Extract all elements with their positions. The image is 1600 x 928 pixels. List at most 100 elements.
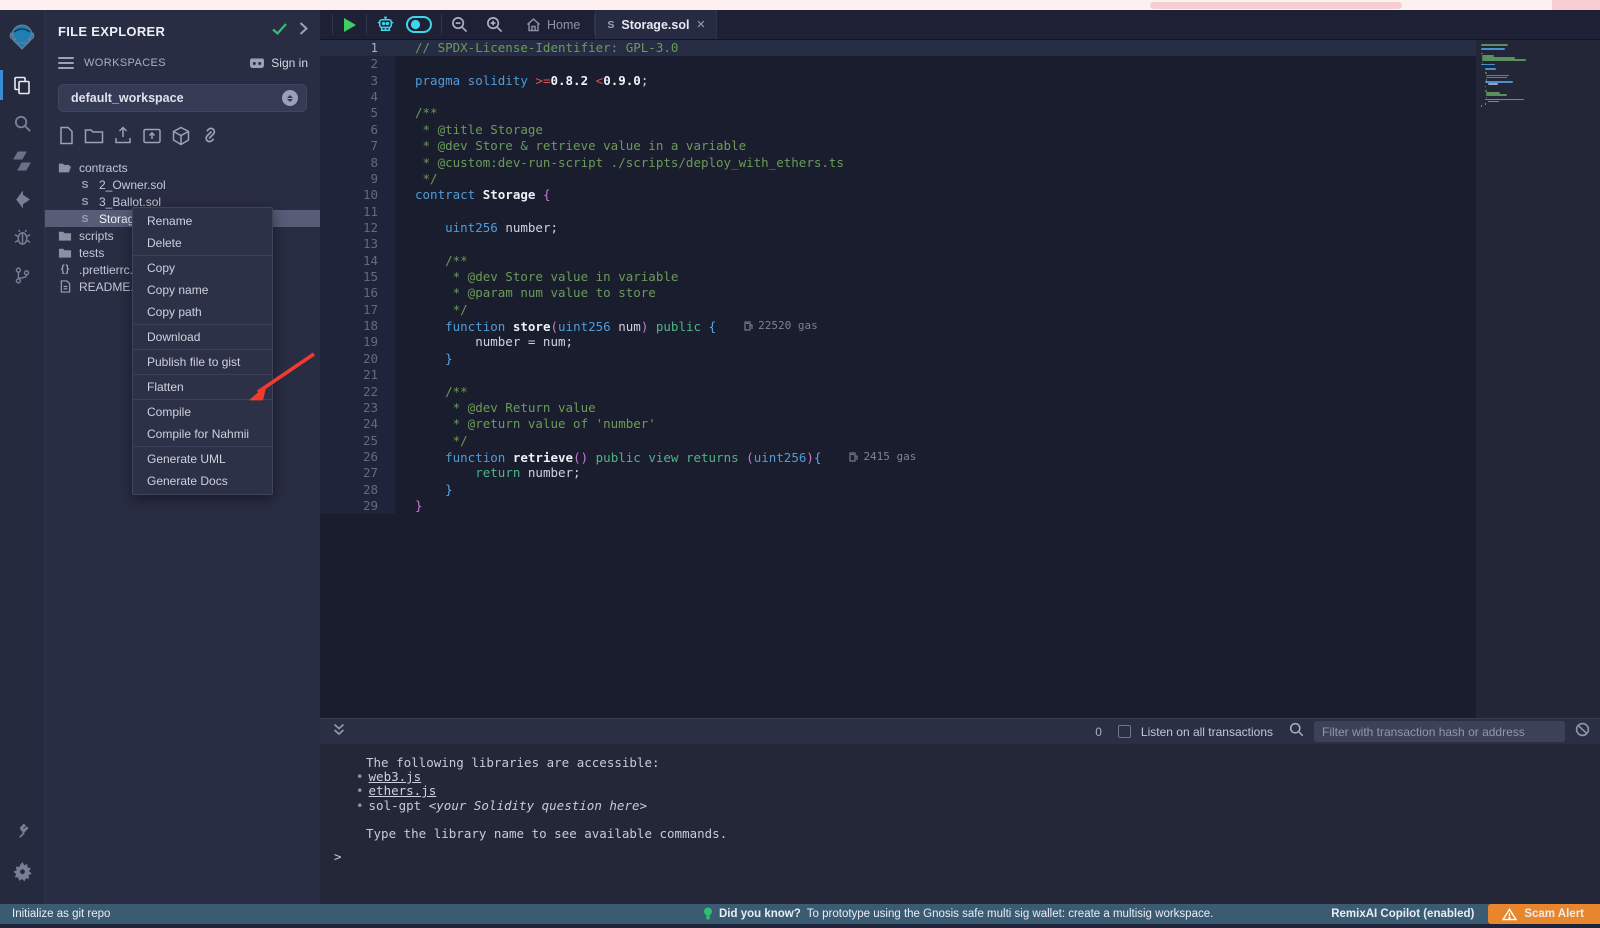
gas-estimate: 2415 gas — [849, 449, 916, 465]
line-number: 22 — [320, 384, 395, 400]
tree-item-2-owner-sol[interactable]: S2_Owner.sol — [45, 176, 320, 193]
new-folder-button[interactable] — [84, 126, 104, 151]
remix-logo[interactable] — [0, 18, 45, 56]
listen-checkbox[interactable] — [1118, 725, 1131, 738]
terminal-output[interactable]: The following libraries are accessible:•… — [320, 744, 1600, 904]
menu-item-copy[interactable]: Copy — [133, 257, 272, 279]
file-explorer-icon[interactable] — [0, 66, 45, 104]
zoom-in-icon[interactable] — [477, 10, 512, 39]
deploy-run-icon[interactable] — [0, 180, 45, 218]
menu-item-publish-file-to-gist[interactable]: Publish file to gist — [133, 351, 272, 373]
menu-separator — [133, 446, 272, 447]
code-line-16: 16 * @param num value to store — [320, 285, 1476, 301]
menu-item-flatten[interactable]: Flatten — [133, 376, 272, 398]
lightbulb-icon — [703, 907, 713, 921]
line-number: 24 — [320, 416, 395, 432]
code-line-2: 2 — [320, 56, 1476, 72]
menu-item-copy-name[interactable]: Copy name — [133, 279, 272, 301]
import-url-button[interactable] — [200, 126, 221, 151]
line-number: 18 — [320, 318, 395, 334]
run-script-button[interactable] — [333, 10, 366, 39]
code-line-11: 11 — [320, 204, 1476, 220]
line-number: 10 — [320, 187, 395, 203]
line-number: 27 — [320, 465, 395, 481]
terminal-search-icon[interactable] — [1289, 722, 1304, 742]
workspace-select[interactable]: default_workspace — [58, 84, 307, 112]
menu-item-download[interactable]: Download — [133, 326, 272, 348]
terminal-prompt[interactable]: > — [334, 850, 1600, 864]
terminal-text: The following libraries are accessible: — [334, 756, 1600, 770]
terminal-library-item: •sol-gpt <your Solidity question here> — [334, 799, 1600, 813]
terminal-text: Type the library name to see available c… — [334, 827, 1600, 841]
scam-alert-button[interactable]: Scam Alert — [1488, 904, 1600, 924]
tab-home[interactable]: Home — [512, 10, 594, 39]
workspace-caret-icon — [282, 90, 298, 106]
library-link[interactable]: ethers.js — [369, 783, 437, 798]
browser-chrome-strip — [0, 0, 1600, 10]
menu-item-compile-for-nahmii[interactable]: Compile for Nahmii — [133, 423, 272, 445]
new-file-button[interactable] — [58, 126, 75, 151]
code-editor[interactable]: 1// SPDX-License-Identifier: GPL-3.023pr… — [320, 40, 1476, 718]
code-line-3: 3pragma solidity >=0.8.2 <0.9.0; — [320, 73, 1476, 89]
library-link[interactable]: web3.js — [369, 769, 422, 784]
line-number: 28 — [320, 482, 395, 498]
code-line-7: 7 * @dev Store & retrieve value in a var… — [320, 138, 1476, 154]
menu-separator — [133, 349, 272, 350]
line-number: 13 — [320, 236, 395, 252]
editor-minimap[interactable] — [1476, 40, 1600, 718]
code-line-8: 8 * @custom:dev-run-script ./scripts/dep… — [320, 155, 1476, 171]
upload-file-button[interactable] — [113, 126, 133, 151]
transaction-filter-input[interactable] — [1314, 721, 1565, 742]
folder-icon — [58, 230, 72, 242]
tree-item-contracts[interactable]: contracts — [45, 159, 320, 176]
panel-title: FILE EXPLORER — [58, 24, 272, 39]
tab-storage-sol[interactable]: S Storage.sol × — [595, 10, 717, 39]
zoom-out-icon[interactable] — [442, 10, 477, 39]
workspace-name: default_workspace — [71, 91, 282, 105]
menu-item-delete[interactable]: Delete — [133, 232, 272, 254]
code-line-10: 10contract Storage { — [320, 187, 1476, 203]
tab-close-icon[interactable]: × — [696, 17, 705, 32]
settings-icon[interactable] — [0, 852, 45, 890]
code-line-24: 24 * @return value of 'number' — [320, 416, 1476, 432]
sign-in-button[interactable]: Sign in — [248, 56, 308, 70]
menu-item-copy-path[interactable]: Copy path — [133, 301, 272, 323]
line-number: 16 — [320, 285, 395, 301]
line-number: 20 — [320, 351, 395, 367]
copilot-toggle[interactable] — [404, 10, 441, 39]
debugger-icon[interactable] — [0, 218, 45, 256]
terminal-toolbar: 0 Listen on all transactions — [320, 718, 1600, 744]
code-line-4: 4 — [320, 89, 1476, 105]
workspaces-menu-icon[interactable] — [58, 54, 74, 72]
clear-console-icon[interactable] — [1575, 722, 1590, 742]
code-line-27: 27 return number; — [320, 465, 1476, 481]
git-icon[interactable] — [0, 256, 45, 294]
menu-item-generate-uml[interactable]: Generate UML — [133, 448, 272, 470]
line-number: 6 — [320, 122, 395, 138]
browser-corner — [1552, 0, 1600, 10]
expand-terminal-icon[interactable] — [333, 723, 345, 741]
chevron-right-icon[interactable] — [299, 22, 308, 40]
tip-text: To prototype using the Gnosis safe multi… — [807, 908, 1214, 920]
menu-item-generate-docs[interactable]: Generate Docs — [133, 470, 272, 492]
ai-copilot-robot-icon[interactable] — [367, 10, 404, 39]
context-menu: RenameDelete CopyCopy nameCopy path Downlo… — [132, 207, 273, 495]
upload-folder-button[interactable] — [142, 126, 162, 151]
terminal-library-item: •web3.js — [334, 770, 1600, 784]
bottom-strip — [0, 924, 1600, 928]
import-ipfs-button[interactable] — [171, 126, 191, 151]
code-line-6: 6 * @title Storage — [320, 122, 1476, 138]
git-init-button[interactable]: Initialize as git repo — [0, 908, 110, 920]
solidity-compiler-icon[interactable] — [0, 142, 45, 180]
menu-item-compile[interactable]: Compile — [133, 401, 272, 423]
menu-item-rename[interactable]: Rename — [133, 210, 272, 232]
search-icon[interactable] — [0, 104, 45, 142]
check-icon[interactable] — [272, 22, 287, 40]
code-line-14: 14 /** — [320, 253, 1476, 269]
plugin-manager-icon[interactable] — [0, 812, 45, 850]
menu-separator — [133, 324, 272, 325]
line-number: 11 — [320, 204, 395, 220]
line-number: 12 — [320, 220, 395, 236]
tab-label: Storage.sol — [621, 18, 689, 32]
line-number: 23 — [320, 400, 395, 416]
